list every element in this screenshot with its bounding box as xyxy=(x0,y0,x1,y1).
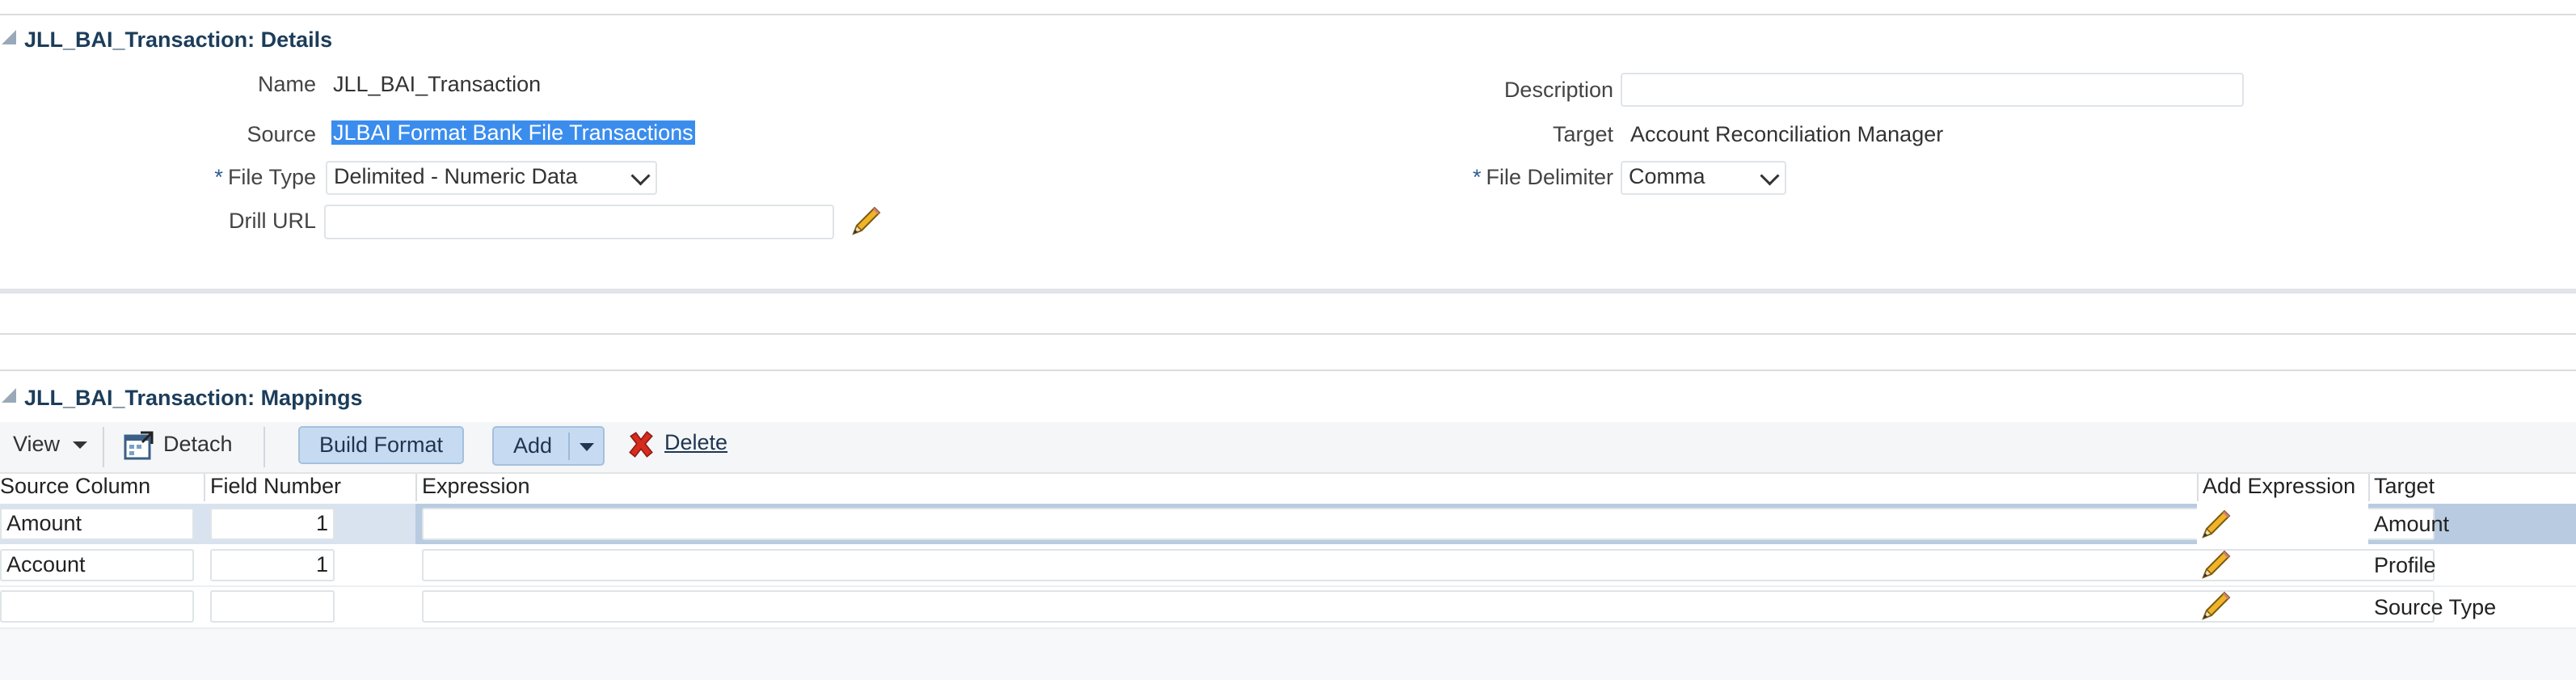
description-input[interactable] xyxy=(1621,73,2244,107)
required-star: * xyxy=(1472,165,1482,189)
delete-button[interactable]: Delete xyxy=(664,430,727,455)
chevron-down-icon xyxy=(1760,166,1780,186)
add-button[interactable]: Add xyxy=(492,426,605,466)
target-cell: Source Type xyxy=(2374,595,2497,619)
source-label: Source xyxy=(247,122,316,146)
toolbar-separator xyxy=(103,427,104,467)
toolbar-separator xyxy=(264,427,265,467)
expression-input[interactable] xyxy=(422,508,2435,540)
column-divider xyxy=(2197,474,2199,501)
divider xyxy=(0,333,2576,335)
source-value: JLBAI Format Bank File Transactions xyxy=(331,120,695,146)
target-label: Target xyxy=(1552,122,1613,146)
column-divider xyxy=(415,474,417,501)
file-delimiter-select[interactable]: Comma xyxy=(1621,161,1786,195)
mappings-section-title: JLL_BAI_Transaction: Mappings xyxy=(24,386,363,410)
file-type-label: * File Type xyxy=(214,165,316,190)
source-column-input[interactable] xyxy=(0,590,194,623)
pencil-icon[interactable] xyxy=(849,203,884,239)
col-header-source-column[interactable]: Source Column xyxy=(0,474,150,499)
view-menu[interactable]: View xyxy=(13,432,87,457)
collapse-triangle-icon[interactable] xyxy=(2,388,16,403)
description-label: Description xyxy=(1503,78,1613,102)
pencil-icon[interactable] xyxy=(2199,588,2234,623)
delete-x-icon[interactable] xyxy=(626,429,656,460)
detach-icon[interactable] xyxy=(123,429,155,462)
dropdown-arrow-icon[interactable] xyxy=(580,443,594,451)
column-divider xyxy=(2368,474,2370,501)
column-divider xyxy=(204,474,205,501)
required-star: * xyxy=(214,165,223,189)
source-column-input[interactable]: Amount xyxy=(0,508,194,540)
detach-button[interactable]: Detach xyxy=(163,432,233,457)
col-header-add-expression[interactable]: Add Expression xyxy=(2203,474,2355,499)
build-format-button[interactable]: Build Format xyxy=(298,426,464,464)
target-cell: Profile xyxy=(2374,553,2436,577)
add-button-label: Add xyxy=(513,433,553,458)
top-divider xyxy=(0,14,2576,15)
source-column-input[interactable]: Account xyxy=(0,549,194,581)
file-delimiter-select-value: Comma xyxy=(1629,164,1705,188)
collapse-triangle-icon[interactable] xyxy=(2,30,16,44)
drill-url-input[interactable] xyxy=(324,205,834,239)
add-divider xyxy=(568,433,570,460)
expression-input[interactable] xyxy=(422,549,2435,581)
col-header-target[interactable]: Target xyxy=(2374,474,2435,499)
details-bottom-shadow xyxy=(0,289,2576,294)
chevron-down-icon xyxy=(630,166,651,186)
col-header-field-number[interactable]: Field Number xyxy=(210,474,341,499)
file-type-label-text: File Type xyxy=(227,165,316,189)
target-cell: Amount xyxy=(2374,512,2450,536)
target-value: Account Reconciliation Manager xyxy=(1630,122,1944,146)
view-menu-label: View xyxy=(13,432,61,456)
table-header xyxy=(0,472,2576,505)
field-number-input[interactable]: 1 xyxy=(210,549,335,581)
details-section-title: JLL_BAI_Transaction: Details xyxy=(24,27,333,52)
table-empty-area xyxy=(0,629,2576,680)
name-label: Name xyxy=(257,72,316,96)
field-number-input[interactable] xyxy=(210,590,335,623)
expression-input[interactable] xyxy=(422,590,2435,623)
file-type-select[interactable]: Delimited - Numeric Data xyxy=(326,161,657,195)
file-delimiter-label: * File Delimiter xyxy=(1473,165,1613,190)
source-value-text: JLBAI Format Bank File Transactions xyxy=(331,120,695,145)
name-value: JLL_BAI_Transaction xyxy=(333,72,542,96)
pencil-icon[interactable] xyxy=(2199,547,2234,582)
col-header-expression[interactable]: Expression xyxy=(422,474,530,499)
drill-url-label: Drill URL xyxy=(229,209,316,233)
file-type-select-value: Delimited - Numeric Data xyxy=(334,164,578,188)
file-delimiter-label-text: File Delimiter xyxy=(1486,165,1613,189)
pencil-icon[interactable] xyxy=(2199,506,2234,542)
divider xyxy=(0,370,2576,371)
field-number-input[interactable]: 1 xyxy=(210,508,335,540)
dropdown-arrow-icon xyxy=(72,441,87,450)
